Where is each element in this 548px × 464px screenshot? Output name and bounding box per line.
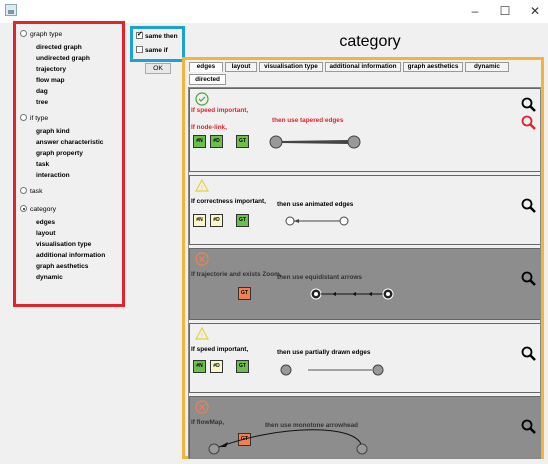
rules-list[interactable]: If speed important, If node-link, then use… (188, 87, 541, 459)
tab-layout[interactable]: layout (225, 62, 257, 72)
close-button[interactable]: ✕ (520, 2, 548, 20)
category-item[interactable]: answer characteristic (36, 139, 103, 146)
rule-card: If trajectorie and exists Zoom, then use … (189, 248, 540, 320)
same-if-option[interactable]: same if (136, 46, 168, 54)
tab-edges[interactable]: edges (189, 62, 223, 72)
category-item[interactable]: task (36, 161, 49, 168)
rule-action: then use tapered edges (272, 117, 344, 124)
criteria-chip[interactable]: GT (238, 287, 251, 300)
same-if-checkbox[interactable] (136, 46, 143, 53)
rule-condition: If trajectorie and exists Zoom, (191, 271, 282, 278)
radio-label: if type (30, 115, 49, 122)
criteria-chip[interactable]: GT (236, 360, 249, 373)
magnifier-icon[interactable] (521, 198, 537, 214)
tab-dynamic[interactable]: dynamic (465, 62, 509, 72)
rule-card: ! If speed important, then use partially d… (189, 323, 540, 393)
rule-card: ! If correctness important, then use anima… (189, 175, 540, 245)
magnifier-icon[interactable] (521, 97, 537, 113)
rule-condition: If correctness important, (191, 198, 266, 205)
same-then-checkbox[interactable] (136, 30, 143, 39)
radio-button[interactable] (20, 30, 27, 37)
category-item[interactable]: graph aesthetics (36, 263, 88, 270)
criteria-chip[interactable]: GT (236, 214, 249, 227)
category-item[interactable]: graph property (36, 150, 83, 157)
category-item[interactable]: edges (36, 219, 55, 226)
criteria-chip[interactable]: #N (193, 360, 206, 373)
category-item[interactable]: dynamic (36, 274, 63, 281)
radio-button[interactable] (20, 114, 27, 121)
tab-directed[interactable]: directed (189, 74, 226, 85)
title-bar: – ☐ ✕ (0, 0, 548, 23)
category-item[interactable]: layout (36, 230, 55, 237)
criteria-chip[interactable]: #D (210, 360, 223, 373)
check-icon (195, 92, 209, 106)
category-item[interactable]: additional information (36, 252, 105, 259)
minimize-button[interactable]: – (460, 2, 490, 20)
category-item[interactable]: visualisation type (36, 241, 91, 248)
category-item[interactable]: tree (36, 99, 48, 106)
radio-label: category (30, 206, 57, 213)
edge-preview (269, 135, 361, 149)
rule-card: If flowMap, then use monotone arrowhead GT (189, 396, 540, 458)
criteria-chip[interactable]: #D (210, 135, 223, 148)
criteria-chip[interactable]: GT (236, 135, 249, 148)
radio-graph-type[interactable]: graph type (20, 30, 62, 40)
edge-preview (310, 288, 394, 300)
category-item[interactable]: flow map (36, 77, 65, 84)
edge-preview (285, 216, 349, 226)
edge-preview (208, 429, 368, 455)
radio-button[interactable] (20, 205, 27, 212)
app-icon (5, 4, 17, 16)
rule-card: If speed important, If node-link, then use… (189, 88, 540, 172)
rules-panel: edges layout visualisation type additional … (182, 57, 544, 459)
criteria-chip[interactable]: #N (193, 135, 206, 148)
magnifier-icon[interactable] (521, 419, 537, 435)
radio-category[interactable]: category (20, 205, 56, 215)
category-item[interactable]: interaction (36, 172, 70, 179)
magnifier-icon[interactable] (521, 271, 537, 287)
warning-icon: ! (195, 327, 209, 340)
svg-text:!: ! (201, 333, 203, 340)
radio-label: task (30, 188, 43, 195)
options-panel: same then same if (130, 26, 185, 62)
radio-if-type[interactable]: if type (20, 114, 48, 124)
same-then-option[interactable]: same then (136, 30, 178, 40)
warning-icon: ! (195, 179, 209, 192)
criteria-chip[interactable]: #N (193, 214, 206, 227)
page-title: category (339, 33, 401, 50)
svg-text:!: ! (201, 185, 203, 192)
radio-button[interactable] (20, 187, 27, 194)
filter-panel: graph type directed graph undirected graph… (13, 21, 125, 307)
category-item[interactable]: undirected graph (36, 55, 90, 62)
rule-condition: If node-link, (191, 124, 227, 131)
magnifier-icon[interactable] (521, 115, 537, 131)
edge-preview (280, 364, 384, 376)
radio-label: graph type (30, 31, 63, 38)
error-icon (195, 252, 209, 266)
category-item[interactable]: directed graph (36, 44, 82, 51)
tab-visualisation-type[interactable]: visualisation type (259, 62, 323, 72)
tab-graph-aesthetics[interactable]: graph aesthetics (403, 62, 463, 72)
rule-condition: If speed important, (191, 107, 249, 114)
radio-task[interactable]: task (20, 187, 42, 197)
category-item[interactable]: dag (36, 88, 48, 95)
tab-additional-information[interactable]: additional information (325, 62, 401, 72)
category-item[interactable]: trajectory (36, 66, 66, 73)
error-icon (195, 400, 209, 414)
rule-condition: If speed important, (191, 346, 249, 353)
criteria-chip[interactable]: #D (210, 214, 223, 227)
ok-button[interactable]: OK (145, 63, 171, 74)
rule-condition: If flowMap, (191, 419, 225, 426)
category-item[interactable]: graph kind (36, 128, 70, 135)
maximize-button[interactable]: ☐ (490, 2, 520, 20)
magnifier-icon[interactable] (521, 346, 537, 362)
